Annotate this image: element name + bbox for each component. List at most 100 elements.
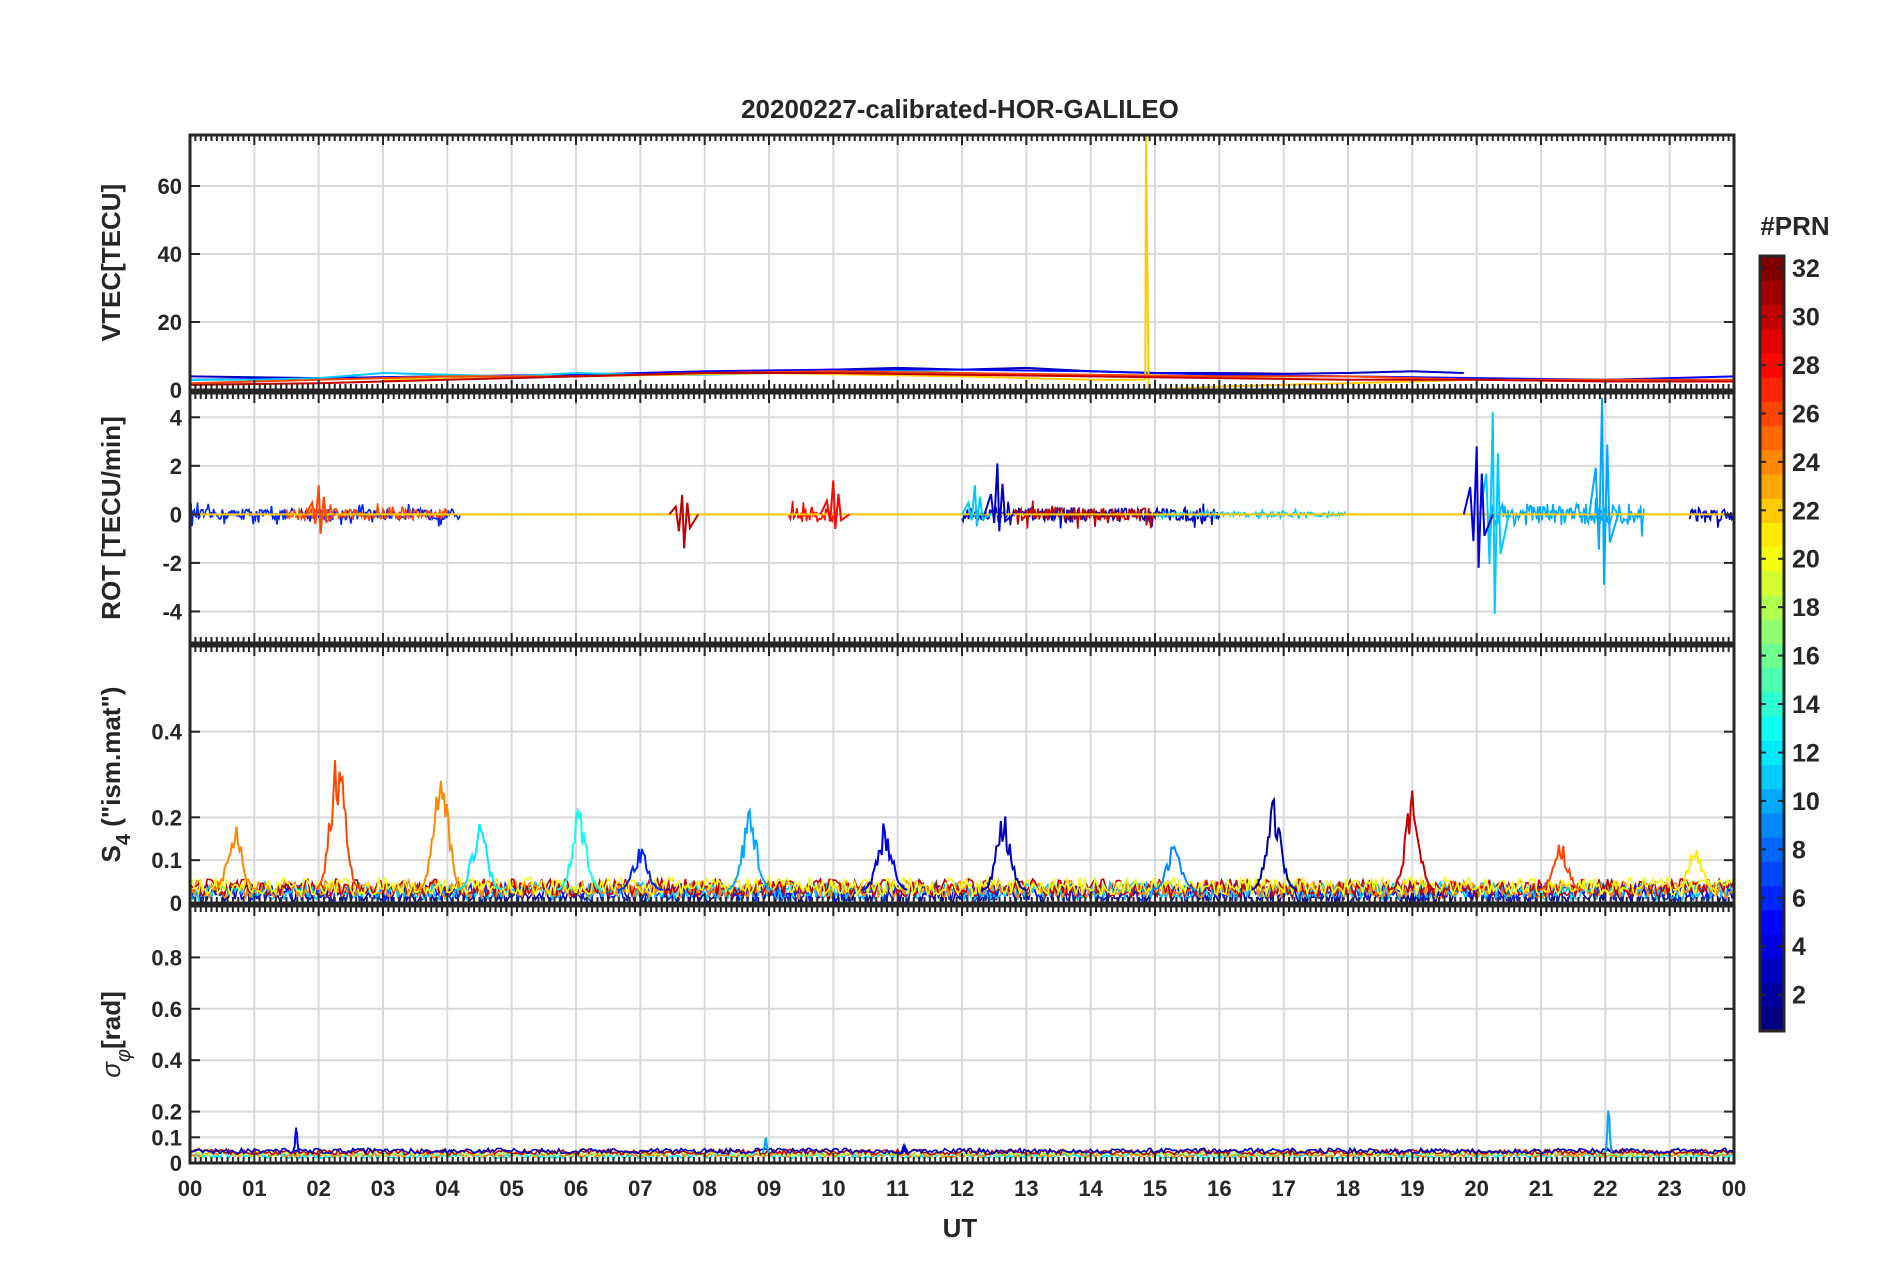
x-tick-label: 08 bbox=[692, 1176, 716, 1201]
colorbar-segment bbox=[1760, 425, 1784, 451]
x-tick-label: 12 bbox=[950, 1176, 974, 1201]
colorbar-segment bbox=[1760, 716, 1784, 741]
colorbar-tick-label: 8 bbox=[1792, 836, 1806, 864]
x-tick-label: 02 bbox=[306, 1176, 330, 1201]
panel-sigphi: 00.10.2 0.4 0.6 0.8 σφ[rad] bbox=[96, 904, 1736, 1176]
colorbar-segment bbox=[1760, 280, 1784, 305]
y-tick-label: 0.2 bbox=[151, 1100, 182, 1125]
sigphi-peak-prn-5 bbox=[291, 1127, 301, 1154]
colorbar-tick-label: 28 bbox=[1792, 352, 1820, 380]
colorbar-tick-label: 20 bbox=[1792, 546, 1820, 574]
grid-s4 bbox=[190, 646, 1734, 903]
s4-peak-prn-24 bbox=[418, 780, 464, 891]
x-tick-label: 21 bbox=[1529, 1176, 1553, 1201]
grid-sigphi bbox=[190, 906, 1734, 1163]
x-tick-label: 10 bbox=[821, 1176, 845, 1201]
panel-s4: 0 0.1 0.2 0.4 S4 ("ism.mat") bbox=[96, 644, 1736, 916]
x-tick-label: 14 bbox=[1078, 1176, 1103, 1201]
x-axis-label: UT bbox=[943, 1213, 978, 1243]
s4-peak-prn-13 bbox=[556, 807, 602, 891]
colorbar-tick-label: 2 bbox=[1792, 982, 1806, 1010]
colorbar-tick-label: 10 bbox=[1792, 788, 1820, 816]
x-tick-label: 03 bbox=[371, 1176, 395, 1201]
y-axis-label-vtec: VTEC[TECU] bbox=[96, 184, 126, 341]
colorbar-segment bbox=[1760, 619, 1784, 644]
colorbar-segment bbox=[1760, 958, 1784, 984]
y-tick-label: 0.6 bbox=[151, 997, 182, 1022]
y-tick-label: -4 bbox=[162, 599, 182, 624]
s4-peak-prn-12 bbox=[456, 823, 503, 891]
s4-peak-prn-24 bbox=[212, 826, 258, 891]
rot-spike-prn-30 bbox=[668, 494, 700, 549]
colorbar-segment bbox=[1760, 328, 1784, 354]
y-tick-label: -2 bbox=[162, 551, 182, 576]
y-tick-label: 0.4 bbox=[151, 720, 182, 745]
colorbar-tick-label: 14 bbox=[1792, 691, 1820, 719]
x-tick-label: 09 bbox=[757, 1176, 781, 1201]
y-tick-label: 0.1 bbox=[151, 848, 182, 873]
colorbar-tick-label: 4 bbox=[1792, 933, 1806, 961]
x-tick-label: 01 bbox=[242, 1176, 266, 1201]
colorbar-tick-label: 12 bbox=[1792, 739, 1820, 767]
grid-vtec bbox=[190, 135, 1734, 390]
x-tick-label: 05 bbox=[499, 1176, 523, 1201]
colorbar-tick-label: 22 bbox=[1792, 497, 1820, 525]
rot-noise-prn-10 bbox=[1488, 498, 1645, 538]
rot-spike-prn-3 bbox=[983, 463, 1015, 532]
vtec-series-prn-22 bbox=[382, 135, 1477, 390]
x-tick-label: 15 bbox=[1143, 1176, 1167, 1201]
y-tick-label: 0 bbox=[170, 502, 182, 527]
colorbar-tick-label: 6 bbox=[1792, 885, 1806, 913]
y-tick-label: 0.4 bbox=[151, 1048, 182, 1073]
panels: 0204060VTEC[TECU]-4-2024ROT [TECU/min]00… bbox=[96, 133, 1736, 1176]
s4-peak-prn-2 bbox=[1251, 796, 1297, 891]
y-axis-label-sigphi: σφ[rad] bbox=[96, 991, 135, 1078]
y-tick-label: 0.8 bbox=[151, 945, 182, 970]
colorbar-segment bbox=[1760, 813, 1784, 838]
x-tick-label: 23 bbox=[1657, 1176, 1681, 1201]
x-tick-label: 22 bbox=[1593, 1176, 1617, 1201]
colorbar-segment bbox=[1760, 667, 1784, 693]
x-tick-label: 20 bbox=[1464, 1176, 1488, 1201]
colorbar-tick-label: 24 bbox=[1792, 449, 1820, 477]
y-axis-label-s4: S4 ("ism.mat") bbox=[96, 687, 135, 863]
panel-vtec: 0 20 40 60 VTEC[TECU] bbox=[96, 133, 1736, 403]
s4-peak-prn-10 bbox=[726, 807, 773, 891]
rot-spike-prn-28 bbox=[819, 480, 850, 529]
y-tick-label: 0.2 bbox=[151, 805, 182, 830]
panel-rot: -4 -2 0 2 4 ROT [TECU/min] bbox=[96, 391, 1736, 645]
y-tick-label: 4 bbox=[170, 405, 183, 430]
y-tick-label: 2 bbox=[170, 454, 182, 479]
colorbar-label: #PRN bbox=[1760, 211, 1829, 241]
x-tick-label: 16 bbox=[1207, 1176, 1231, 1201]
colorbar-segment bbox=[1760, 861, 1784, 887]
x-tick-label: 00 bbox=[178, 1176, 202, 1201]
x-tick-label: 06 bbox=[564, 1176, 588, 1201]
colorbar-segment bbox=[1760, 522, 1784, 548]
colorbar-segment bbox=[1760, 570, 1784, 596]
y-tick-label: 40 bbox=[158, 242, 182, 267]
figure: 20200227-calibrated-HOR-GALILEO 0204060V… bbox=[96, 94, 1830, 1243]
rot-spike-prn-10 bbox=[1588, 397, 1620, 585]
y-tick-label: 60 bbox=[158, 174, 182, 199]
x-axis: 00 01 02 03 04 05 06 07 08 09 10 11 12 13 14 15 16 17 18 19… bbox=[178, 1176, 1746, 1201]
y-axis-label-rot: ROT [TECU/min] bbox=[96, 416, 126, 620]
y-tick-label: 0 bbox=[170, 1151, 182, 1176]
x-tick-label: 07 bbox=[628, 1176, 652, 1201]
colorbar-segment bbox=[1760, 764, 1784, 790]
colorbar-segment bbox=[1760, 377, 1784, 402]
x-tick-label: 00 bbox=[1722, 1176, 1746, 1201]
y-tick-label: 0.1 bbox=[151, 1125, 182, 1150]
x-tick-label: 11 bbox=[886, 1176, 909, 1201]
colorbar-tick-label: 26 bbox=[1792, 400, 1820, 428]
colorbar-segment bbox=[1760, 473, 1784, 499]
x-tick-label: 17 bbox=[1271, 1176, 1295, 1201]
rot-noise-prn-3 bbox=[1688, 505, 1734, 528]
figure-title: 20200227-calibrated-HOR-GALILEO bbox=[741, 94, 1179, 124]
x-tick-label: 19 bbox=[1400, 1176, 1424, 1201]
y-tick-label: 0 bbox=[170, 378, 182, 403]
colorbar: 2468101214161820222426283032 bbox=[1758, 254, 1820, 1033]
colorbar-segment bbox=[1760, 1006, 1784, 1032]
x-tick-label: 18 bbox=[1336, 1176, 1360, 1201]
colorbar-tick-label: 18 bbox=[1792, 594, 1820, 622]
